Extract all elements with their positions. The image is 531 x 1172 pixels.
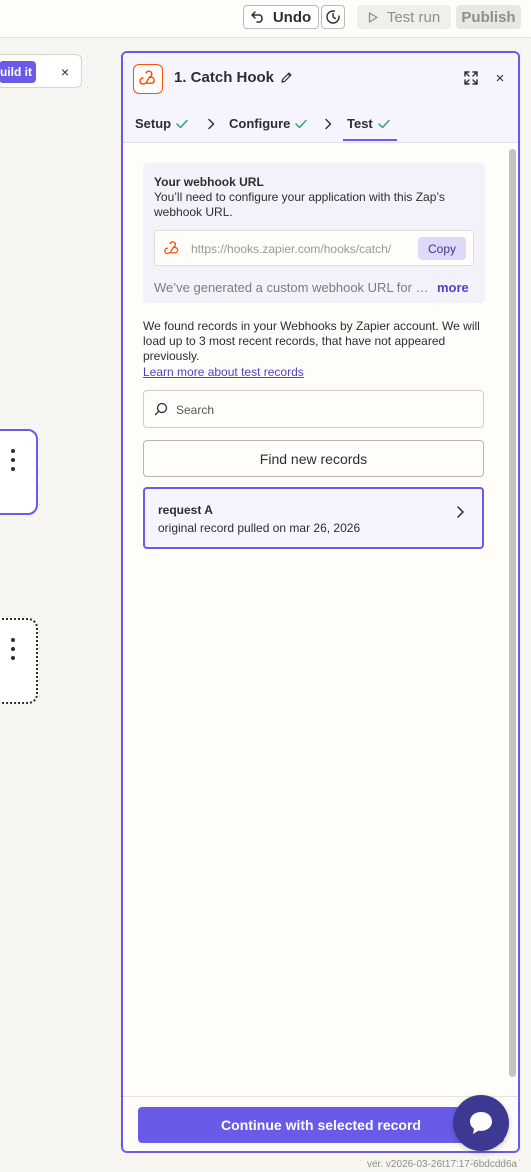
history-icon xyxy=(326,10,340,24)
copy-url-button[interactable]: Copy xyxy=(418,237,466,260)
history-button[interactable] xyxy=(321,5,345,29)
search-icon xyxy=(154,402,168,416)
canvas-step-node[interactable] xyxy=(0,429,38,515)
chevron-right-icon xyxy=(208,118,215,130)
records-found-text: We found records in your Webhooks by Zap… xyxy=(143,319,480,363)
top-toolbar: Undo Test run Publish xyxy=(0,0,531,38)
panel-title-text: 1. Catch Hook xyxy=(174,69,275,86)
webhook-url-section: Your webhook URL You’ll need to configur… xyxy=(143,163,485,303)
webhook-app-icon xyxy=(133,64,163,94)
record-title: request A xyxy=(158,503,213,517)
webhook-url-field: https://hooks.zapier.com/hooks/catch/ Co… xyxy=(154,230,474,266)
build-it-close-button[interactable]: × xyxy=(55,61,75,83)
close-panel-button[interactable]: × xyxy=(491,69,509,87)
panel-scrollbar[interactable] xyxy=(507,145,517,1095)
check-icon xyxy=(176,119,188,128)
tab-setup-label: Setup xyxy=(135,116,172,131)
more-link[interactable]: more xyxy=(437,280,469,295)
test-run-label: Test run xyxy=(386,8,441,26)
tab-test[interactable]: Test xyxy=(347,116,390,131)
play-icon xyxy=(368,11,378,23)
record-subtitle: original record pulled on mar 26, 2026 xyxy=(158,521,361,535)
check-icon xyxy=(295,119,308,128)
webhook-section-description: You’ll need to configure your applicatio… xyxy=(154,190,445,219)
scrollbar-thumb[interactable] xyxy=(509,149,516,1077)
kebab-icon[interactable] xyxy=(9,449,17,471)
tab-setup[interactable]: Setup xyxy=(135,116,188,131)
version-label: ver. v2026-03-26t17:17-6bdcdd6a xyxy=(367,1159,518,1170)
webhook-icon xyxy=(164,241,179,255)
kebab-icon[interactable] xyxy=(9,638,17,660)
panel-header: 1. Catch Hook × xyxy=(123,53,518,105)
undo-button[interactable]: Undo xyxy=(243,5,319,29)
pencil-icon[interactable] xyxy=(280,71,293,84)
expand-icon xyxy=(464,71,478,85)
webhook-url-value[interactable]: https://hooks.zapier.com/hooks/catch/ xyxy=(191,242,411,256)
chevron-right-icon xyxy=(325,118,332,130)
test-run-button[interactable]: Test run xyxy=(357,5,451,29)
list-item[interactable]: request A original record pulled on mar … xyxy=(143,487,484,549)
active-tab-indicator xyxy=(343,139,397,141)
webhook-note: We’ve generated a custom webhook URL for… xyxy=(154,280,430,295)
search-box[interactable] xyxy=(143,390,484,428)
tab-test-label: Test xyxy=(347,116,373,131)
canvas-step-node-placeholder[interactable] xyxy=(0,618,38,704)
publish-button[interactable]: Publish xyxy=(456,5,521,29)
undo-icon xyxy=(251,11,263,23)
webhook-icon xyxy=(139,70,155,85)
chevron-right-icon xyxy=(457,506,465,518)
tab-configure-label: Configure xyxy=(229,116,291,131)
find-new-records-button[interactable]: Find new records xyxy=(143,440,484,477)
continue-button[interactable]: Continue with selected record xyxy=(138,1107,504,1143)
webhook-section-title: Your webhook URL xyxy=(154,175,264,189)
build-it-card: Build it × xyxy=(0,54,82,88)
chat-button[interactable] xyxy=(453,1095,509,1151)
step-tabs: Setup Configure Test xyxy=(123,105,518,143)
search-input[interactable] xyxy=(176,400,466,420)
panel-title[interactable]: 1. Catch Hook xyxy=(174,69,293,86)
publish-label: Publish xyxy=(461,8,516,26)
learn-more-link[interactable]: Learn more about test records xyxy=(143,365,304,379)
panel-body: Your webhook URL You’ll need to configur… xyxy=(123,143,518,1093)
undo-label: Undo xyxy=(272,8,312,26)
step-editor-panel: 1. Catch Hook × Setup Configure Test You… xyxy=(121,51,520,1153)
tab-configure[interactable]: Configure xyxy=(229,116,308,131)
chat-icon xyxy=(470,1112,492,1134)
expand-button[interactable] xyxy=(463,70,481,88)
build-it-button[interactable]: Build it xyxy=(0,61,36,83)
check-icon xyxy=(378,119,390,128)
